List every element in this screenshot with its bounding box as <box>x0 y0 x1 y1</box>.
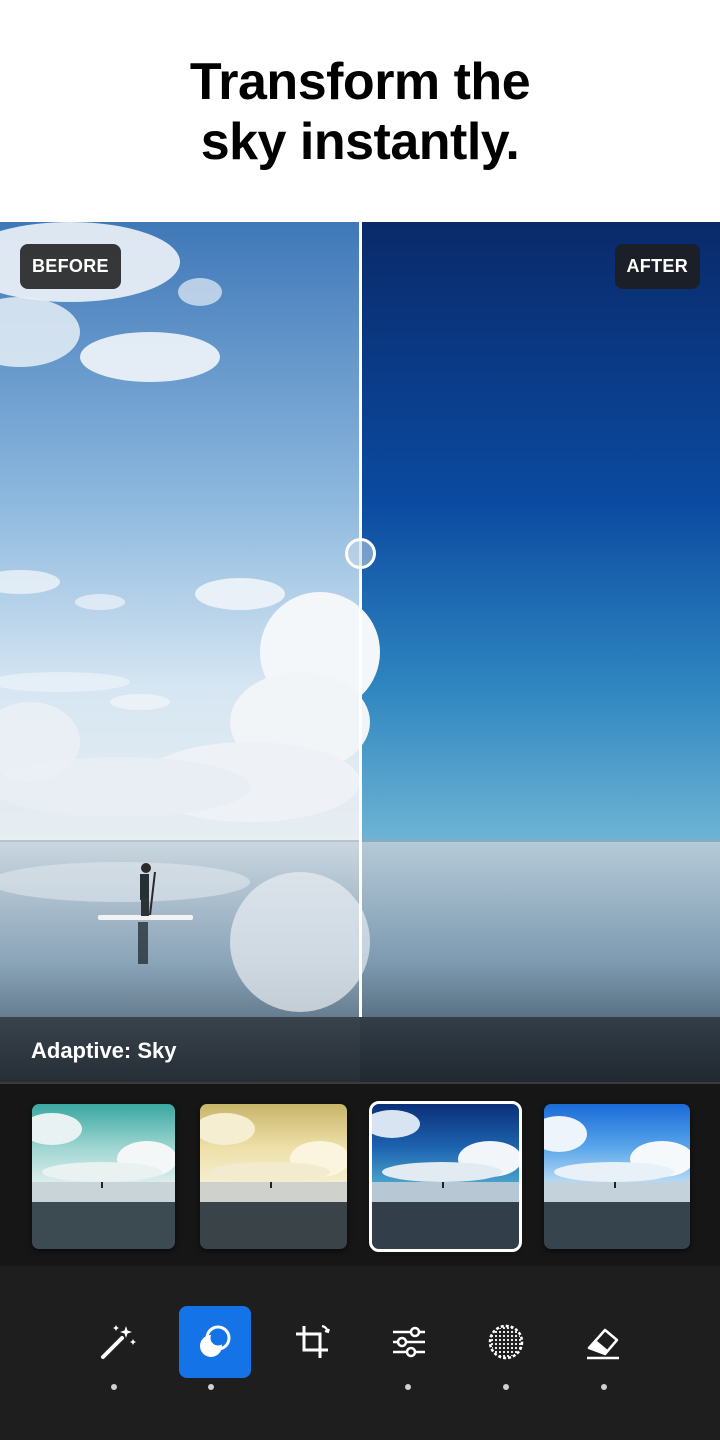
tool-indicator-dot <box>405 1384 411 1390</box>
preset-teal-sky[interactable] <box>32 1104 175 1249</box>
crop-button[interactable] <box>276 1306 348 1378</box>
auto-enhance-button[interactable] <box>82 1306 154 1378</box>
adjust-sliders-icon <box>393 1326 425 1358</box>
tool-indicator-dot <box>208 1384 214 1390</box>
heal-button[interactable] <box>567 1306 639 1378</box>
masking-button[interactable] <box>179 1306 251 1378</box>
tool-indicator-dot <box>111 1384 117 1390</box>
preset-golden-sky[interactable] <box>200 1104 347 1249</box>
photo-editor: BEFORE AFTER Adaptive: Sky <box>0 222 720 1440</box>
adjust-button[interactable] <box>373 1306 445 1378</box>
adaptive-preset-title: Adaptive: Sky <box>31 1038 177 1063</box>
eraser-icon <box>587 1328 619 1360</box>
preset-deep-blue-sky[interactable] <box>369 1101 522 1252</box>
headline: Transform the sky instantly. <box>0 52 720 172</box>
vignette-icon <box>488 1324 524 1360</box>
tool-indicator-dot <box>503 1384 509 1390</box>
before-image <box>0 222 360 1084</box>
headline-line-1: Transform the <box>189 53 531 111</box>
edit-toolbar <box>0 1266 720 1440</box>
masking-icon <box>200 1325 231 1357</box>
before-after-photo[interactable]: BEFORE AFTER Adaptive: Sky <box>0 222 720 1084</box>
preset-bright-blue-sky[interactable] <box>544 1104 690 1249</box>
headline-line-2: sky instantly. <box>200 113 520 171</box>
after-image <box>360 222 720 1084</box>
after-label: AFTER <box>614 244 700 289</box>
preset-strip <box>0 1084 720 1266</box>
magic-wand-icon <box>101 1325 136 1359</box>
compare-divider[interactable] <box>359 222 362 1017</box>
vignette-button[interactable] <box>470 1306 542 1378</box>
crop-icon <box>296 1324 330 1358</box>
tool-indicator-dot <box>601 1384 607 1390</box>
before-label: BEFORE <box>20 244 121 289</box>
compare-slider-handle[interactable] <box>345 538 376 569</box>
